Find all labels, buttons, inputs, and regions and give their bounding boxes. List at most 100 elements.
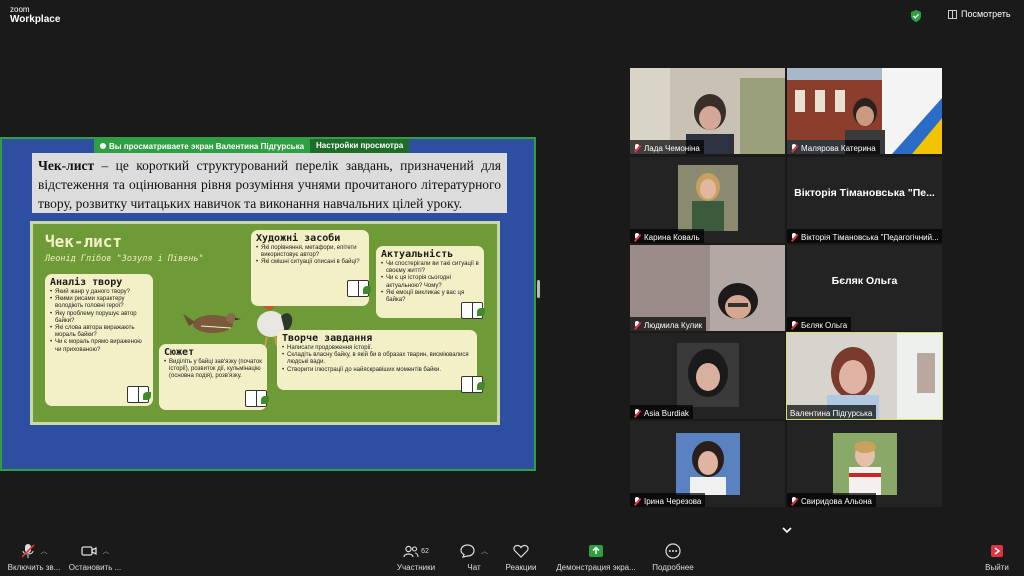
participants-button[interactable]: 62 Участники — [395, 542, 437, 572]
zoom-window: zoom Workplace Посмотреть Вы просматрива… — [0, 0, 1024, 576]
participant-name-bar: Валентина Підгурська — [787, 405, 877, 419]
participant-tile[interactable]: Бєляк Ольга Бєляк Ольга — [787, 245, 942, 331]
checklist-poster: Чек-лист Леонід Глібов "Зозуля і Півень"… — [30, 221, 500, 425]
share-screen-icon — [589, 545, 603, 557]
list-item: Який жанр у даного твору? — [50, 289, 148, 296]
participant-name: Лада Чемоніна — [644, 143, 700, 153]
mic-muted-icon — [790, 496, 798, 506]
mic-button-label: Включить зв... — [7, 563, 61, 572]
view-settings-button[interactable]: Настройки просмотра — [310, 139, 410, 153]
list-item: Які слова автора виражають мораль байки? — [50, 325, 148, 339]
mic-muted-icon — [633, 232, 641, 242]
participant-tile[interactable]: Малярова Катерина — [787, 68, 942, 154]
split-view-divider[interactable] — [537, 280, 540, 298]
participants-count: 62 — [421, 547, 429, 555]
mic-muted-icon — [633, 496, 641, 506]
share-screen-button-label: Демонстрация экра... — [556, 563, 636, 572]
book-icon — [461, 302, 485, 319]
meeting-toolbar: ︿ Включить зв... ︿ Остановить ... 62 Уча… — [0, 540, 1024, 576]
list-item: Які порівняння, метафори, епітети викори… — [256, 245, 364, 259]
book-icon — [245, 390, 269, 407]
participant-name: Свиридова Альона — [801, 496, 872, 506]
heart-reactions-icon — [513, 544, 529, 558]
mic-button[interactable]: ︿ Включить зв... — [6, 542, 62, 572]
reactions-button[interactable]: Реакции — [502, 542, 540, 572]
list-item: Чи спостерігали ви такі ситуації в своєм… — [381, 261, 479, 275]
chat-options-caret-icon[interactable]: ︿ — [481, 546, 488, 556]
list-item: Чи є ця історія сьогодні актуальною? Чом… — [381, 275, 479, 289]
card-creative-task-title: Творче завдання — [282, 333, 373, 344]
chat-button-label: Чат — [467, 563, 481, 572]
mic-muted-icon — [633, 320, 641, 330]
participant-name-bar: Людмила Кулик — [630, 317, 707, 331]
logo-bottom-text: Workplace — [10, 14, 61, 25]
mic-muted-icon — [790, 232, 798, 242]
view-button[interactable]: Посмотреть — [948, 9, 1011, 19]
list-item: Виділіть у байці зав'язку (початок істор… — [164, 359, 262, 381]
participant-name-bar: Asia Burdiak — [630, 405, 693, 419]
video-options-caret-icon[interactable]: ︿ — [103, 546, 110, 556]
more-button-label: Подробнее — [652, 563, 694, 572]
mic-muted-icon — [633, 143, 641, 153]
mic-muted-icon — [633, 408, 641, 418]
card-relevance-title: Актуальність — [381, 249, 454, 260]
participant-name-bar: Малярова Катерина — [787, 140, 880, 154]
participant-name-bar: Лада Чемоніна — [630, 140, 704, 154]
participant-name-bar: Бєляк Ольга — [787, 317, 852, 331]
participant-tile[interactable]: Людмила Кулик — [630, 245, 785, 331]
participant-tile[interactable]: Ірина Черезова — [630, 421, 785, 507]
leave-button[interactable]: Выйти — [982, 542, 1012, 572]
definition-term: Чек-лист — [38, 158, 95, 173]
chat-button[interactable]: ︿ Чат — [456, 542, 492, 572]
participant-big-name: Вікторія Тімановська "Пе... — [794, 187, 935, 199]
card-analysis-title: Аналіз твору — [50, 277, 123, 288]
participant-name: Малярова Катерина — [801, 143, 876, 153]
viewing-screen-text: Вы просматриваете экран Валентина Підгур… — [109, 141, 305, 151]
participant-name: Валентина Підгурська — [790, 408, 873, 418]
participant-name: Вікторія Тімановська "Педагогічний... — [801, 232, 939, 242]
share-screen-button[interactable]: Демонстрация экра... — [556, 542, 636, 572]
list-item: Які смішні ситуації описані в байці? — [256, 259, 364, 266]
list-item: Яку проблему порушує автор байки? — [50, 311, 148, 325]
participant-name: Asia Burdiak — [644, 408, 689, 418]
participant-tile[interactable]: Вікторія Тімановська "Пе... Вікторія Тім… — [787, 157, 942, 243]
list-item: Складіть власну байку, в якій би в образ… — [282, 352, 472, 366]
leave-meeting-icon — [991, 545, 1003, 557]
more-button[interactable]: Подробнее — [650, 542, 696, 572]
participant-tile[interactable]: Лада Чемоніна — [630, 68, 785, 154]
participant-name-bar: Свиридова Альона — [787, 493, 876, 507]
mic-options-caret-icon[interactable]: ︿ — [41, 546, 48, 556]
share-banner: Вы просматриваете экран Валентина Підгур… — [94, 139, 410, 153]
participant-name: Ірина Черезова — [644, 496, 702, 506]
participant-tile[interactable]: Карина Коваль — [630, 157, 785, 243]
top-bar: zoom Workplace Посмотреть — [0, 0, 1024, 32]
book-icon — [461, 376, 485, 393]
participant-name: Карина Коваль — [644, 232, 700, 242]
participant-tile[interactable]: Asia Burdiak — [630, 333, 785, 419]
zoom-logo: zoom Workplace — [10, 5, 60, 25]
chat-icon — [460, 544, 475, 558]
reactions-button-label: Реакции — [505, 563, 537, 572]
more-options-icon — [665, 543, 681, 559]
encryption-shield-icon[interactable] — [911, 10, 921, 22]
participant-big-name: Бєляк Ольга — [831, 275, 898, 287]
grid-view-icon — [948, 9, 957, 19]
leave-button-label: Выйти — [985, 563, 1009, 572]
card-artistic-means-title: Художні засоби — [256, 233, 341, 244]
list-item: Створити ілюстрації до найяскравіших мом… — [282, 367, 472, 374]
participants-button-label: Участники — [396, 563, 436, 572]
share-indicator-icon — [100, 143, 106, 149]
chevron-down-icon[interactable] — [781, 524, 793, 536]
mic-muted-icon — [790, 143, 798, 153]
video-button[interactable]: ︿ Остановить ... — [66, 542, 124, 572]
card-plot-title: Сюжет — [164, 347, 195, 358]
poster-title: Чек-лист — [45, 232, 123, 251]
card-creative-task: Творче завдання Написати продовження іст… — [277, 330, 477, 390]
participant-name-bar: Вікторія Тімановська "Педагогічний... — [787, 229, 942, 243]
participant-name: Бєляк Ольга — [801, 320, 848, 330]
shared-screen-frame: Вы просматриваете экран Валентина Підгур… — [0, 137, 536, 471]
shared-screen-area: Вы просматриваете экран Валентина Підгур… — [0, 32, 543, 540]
participant-tile[interactable]: Свиридова Альона — [787, 421, 942, 507]
list-item: Якими рисами характеру володіють головні… — [50, 296, 148, 310]
participant-tile-active-speaker[interactable]: Валентина Підгурська — [786, 332, 943, 420]
